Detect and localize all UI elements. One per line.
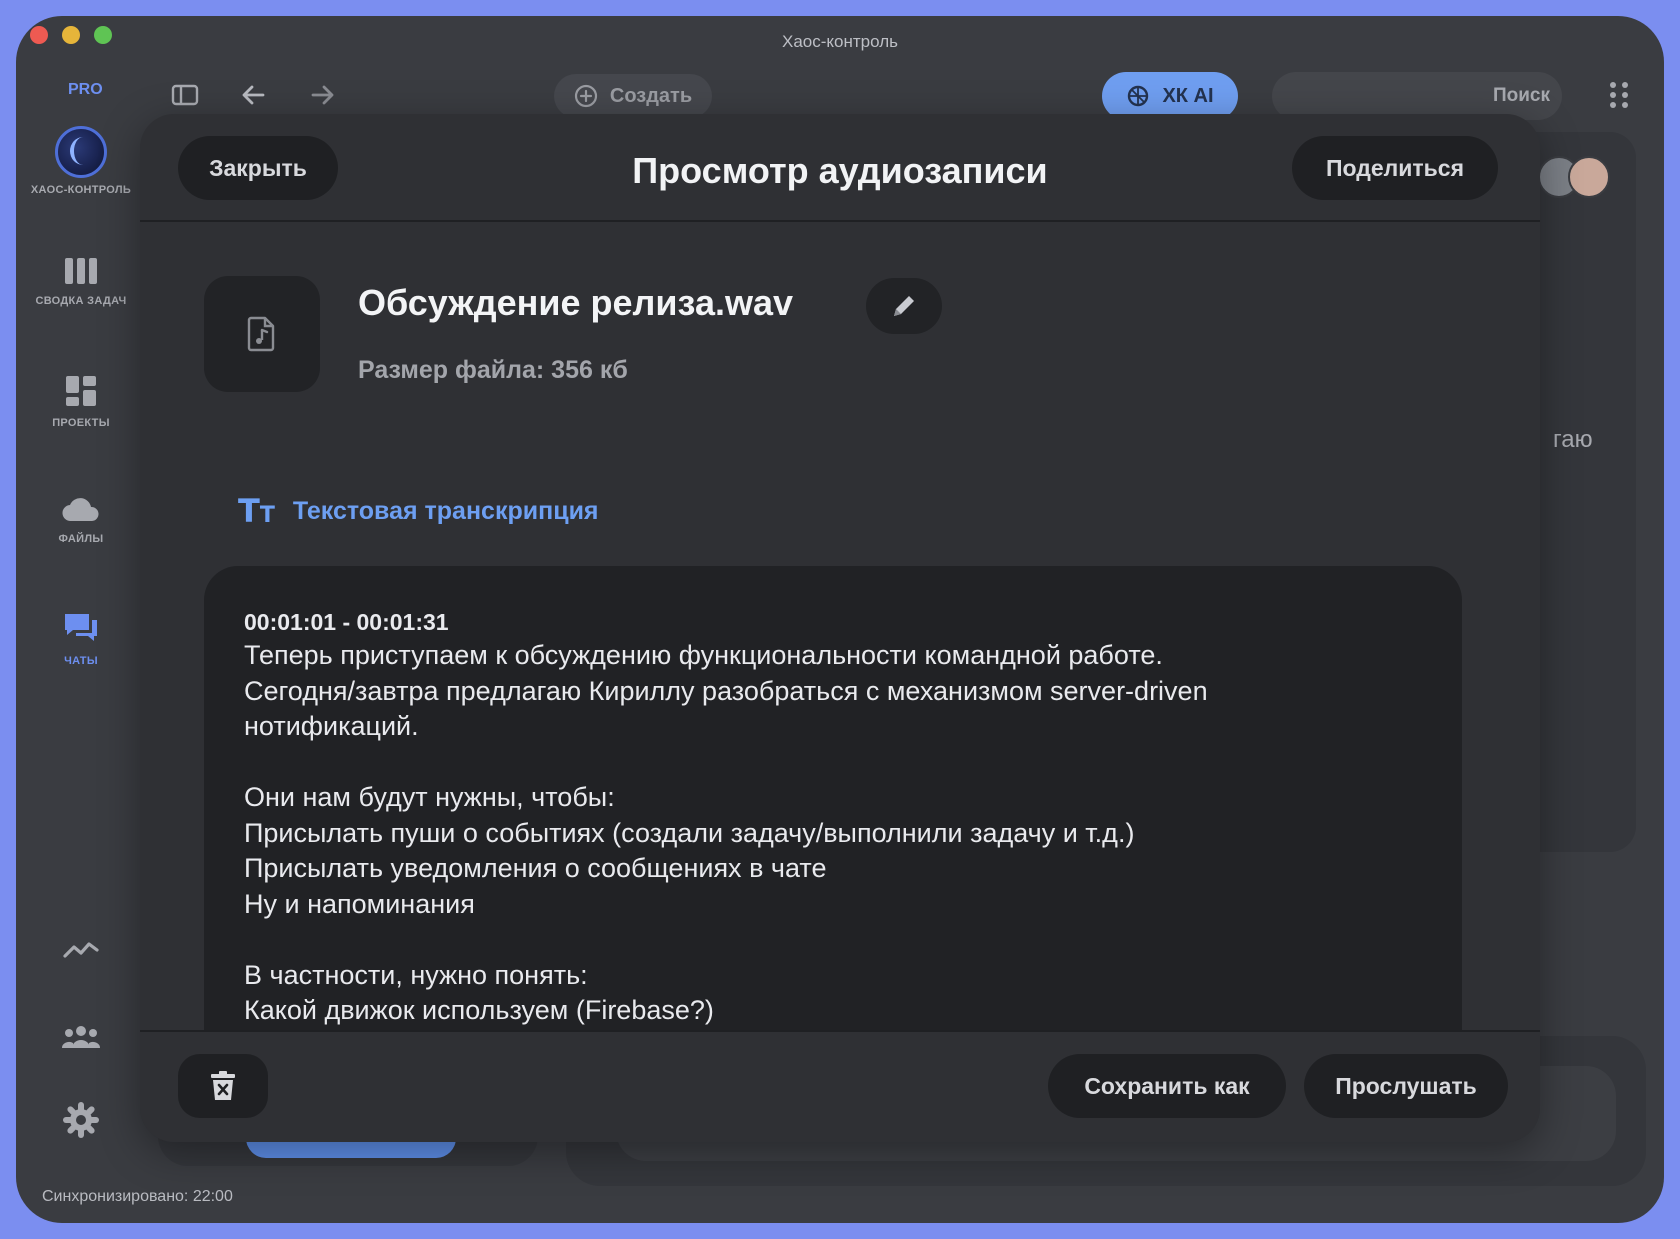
sidebar-item-projects[interactable]: ПРОЕКТЫ [16,374,146,429]
delete-button[interactable] [178,1054,268,1118]
ai-assistant-button[interactable]: ХК AI [1102,72,1238,120]
text-size-icon: TT [238,492,275,530]
modal-footer: Сохранить как Прослушать [140,1030,1540,1142]
sidebar-item-chats[interactable]: ЧАТЫ [16,610,146,667]
transcript-line: Теперь приступаем к обсуждению функциона… [244,640,1163,670]
app-window: Хаос-контроль PRO Создать ХК AI ХАОС-КОН… [16,16,1664,1223]
transcript-line: нотификаций. [244,711,419,741]
pencil-icon [894,296,914,316]
audio-file-thumbnail [204,276,320,392]
avatar [1568,156,1610,198]
listen-button[interactable]: Прослушать [1304,1054,1508,1118]
transcript-line: Они нам будут нужны, чтобы: [244,782,615,812]
transcription-text: 00:01:01 - 00:01:31 Теперь приступаем к … [204,566,1462,1066]
file-name: Обсуждение релиза.wav [358,282,794,323]
save-as-button[interactable]: Сохранить как [1048,1054,1286,1118]
plus-circle-icon [574,84,597,108]
transcript-timestamp: 00:01:01 - 00:01:31 [244,609,449,635]
ai-button-label: ХК AI [1162,84,1214,107]
window-title: Хаос-контроль [782,32,898,51]
sidebar-item-analytics[interactable] [16,936,146,963]
file-size: Размер файла: 356 кб [358,356,628,384]
create-button[interactable]: Создать [554,74,712,118]
brain-icon [1128,85,1149,107]
transcript-line: Сегодня/завтра предлагаю Кириллу разобра… [244,675,1208,706]
audio-file-icon [247,316,275,352]
sidebar-item-label: ПРОЕКТЫ [52,417,110,429]
columns-icon [65,258,97,284]
search-input[interactable] [1288,85,1550,107]
sidebar-item-home[interactable]: ХАОС-КОНТРОЛЬ [16,126,146,196]
transcript-line: Какой движок используем (Firebase?) [244,995,714,1025]
app-logo-icon [55,126,107,178]
background-message-text: гаю [1553,426,1593,453]
dashboard-icon [66,376,96,406]
chat-icon [65,614,97,641]
sidebar-item-files[interactable]: ФАЙЛЫ [16,494,146,545]
sidebar-item-label: ЧАТЫ [64,655,98,667]
cloud-icon [62,498,99,522]
sidebar-item-task-summary[interactable]: СВОДКА ЗАДАЧ [16,256,146,307]
forward-arrow-icon[interactable] [306,78,340,112]
transcript-line: В частности, нужно понять: [244,959,588,990]
pro-badge: PRO [68,81,103,98]
transcription-title: Текстовая транскрипция [292,496,599,525]
transcript-line: Присылать пуши о событиях (создали задач… [244,817,1135,848]
search-bar[interactable] [1272,72,1562,120]
sidebar-item-label: ФАЙЛЫ [58,533,104,545]
trash-icon [211,1071,235,1100]
modal-header: Закрыть Просмотр аудиозаписи Поделиться [140,114,1540,222]
apps-grid-icon[interactable] [1608,80,1630,115]
sync-status: Синхронизировано: 22:00 [42,1188,233,1205]
share-button[interactable]: Поделиться [1292,136,1498,200]
rename-button[interactable] [866,278,942,334]
transcript-line: Присылать уведомления о сообщениях в чат… [244,853,827,883]
settings-icon [63,1102,99,1138]
analytics-icon [63,942,99,958]
create-button-label: Создать [609,84,693,107]
sidebar-item-settings[interactable] [16,1102,146,1141]
sidebar-item-team[interactable] [16,1024,146,1053]
audio-preview-modal: Закрыть Просмотр аудиозаписи Поделиться … [140,114,1540,1142]
transcription-header: TT Текстовая транскрипция [238,492,599,530]
sidebar-toggle-icon[interactable] [168,78,202,112]
sidebar-item-label: СВОДКА ЗАДАЧ [35,295,127,307]
transcript-line: Ну и напоминания [244,888,475,919]
back-arrow-icon[interactable] [236,78,270,112]
team-icon [61,1026,101,1048]
sidebar-item-label: ХАОС-КОНТРОЛЬ [30,184,132,196]
